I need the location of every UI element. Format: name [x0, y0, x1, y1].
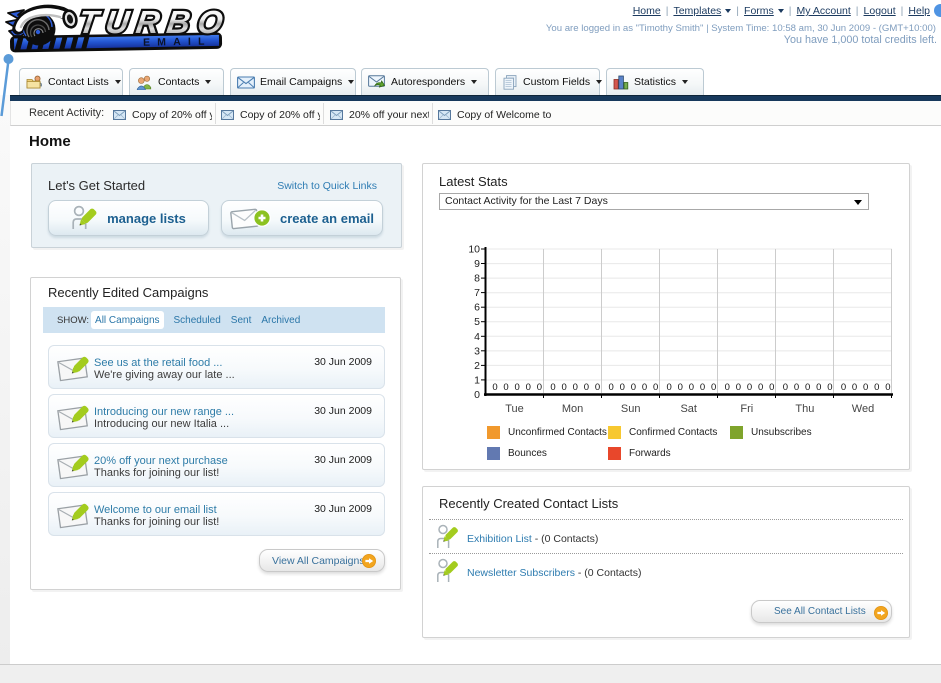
svg-text:0 0 0 0 0: 0 0 0 0 0 [609, 382, 660, 393]
svg-text:Fri: Fri [740, 403, 753, 415]
svg-text:Thu: Thu [795, 403, 814, 415]
svg-text:5: 5 [474, 316, 480, 328]
svg-text:0 0 0 0 0: 0 0 0 0 0 [550, 382, 601, 393]
svg-text:Sat: Sat [680, 403, 697, 415]
svg-text:0 0 0 0 0: 0 0 0 0 0 [725, 382, 776, 393]
svg-text:Mon: Mon [562, 403, 583, 415]
svg-text:Tue: Tue [505, 403, 524, 415]
svg-text:8: 8 [474, 273, 480, 285]
svg-text:0: 0 [474, 389, 480, 401]
svg-text:7: 7 [474, 287, 480, 299]
svg-text:3: 3 [474, 345, 480, 357]
svg-text:Sun: Sun [621, 403, 641, 415]
svg-text:1: 1 [474, 374, 480, 386]
svg-text:4: 4 [474, 331, 480, 343]
svg-text:0 0 0 0 0: 0 0 0 0 0 [667, 382, 718, 393]
svg-text:2: 2 [474, 360, 480, 372]
svg-text:9: 9 [474, 258, 480, 270]
svg-text:TURBO: TURBO [76, 4, 232, 40]
svg-text:Wed: Wed [852, 403, 874, 415]
svg-text:0 0 0 0 0: 0 0 0 0 0 [492, 382, 543, 393]
svg-text:0 0 0 0 0: 0 0 0 0 0 [783, 382, 834, 393]
svg-text:10: 10 [468, 244, 480, 256]
svg-text:6: 6 [474, 302, 480, 314]
svg-text:0 0 0 0 0: 0 0 0 0 0 [841, 382, 892, 393]
